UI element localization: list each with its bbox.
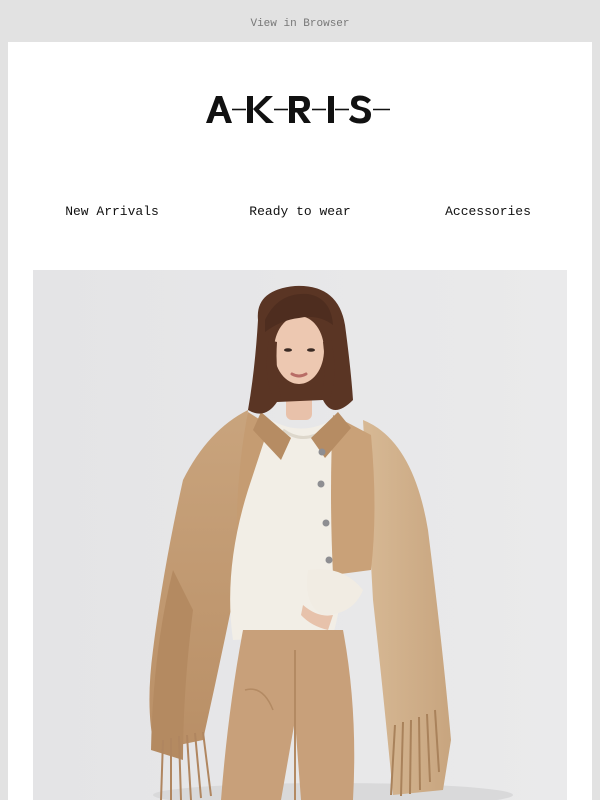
nav-item-new-arrivals[interactable]: New Arrivals xyxy=(65,204,159,219)
email-card: New Arrivals Ready to wear Accessories xyxy=(8,42,592,800)
akris-logo-icon xyxy=(206,95,390,124)
hero-image[interactable] xyxy=(33,270,567,800)
view-in-browser-link[interactable]: View in Browser xyxy=(250,18,349,30)
fashion-model-photo-icon xyxy=(33,270,567,800)
brand-logo[interactable] xyxy=(8,86,592,134)
nav-item-accessories[interactable]: Accessories xyxy=(445,204,531,219)
main-navigation: New Arrivals Ready to wear Accessories xyxy=(8,204,592,224)
email-preheader: View in Browser xyxy=(0,0,600,42)
nav-item-ready-to-wear[interactable]: Ready to wear xyxy=(249,204,350,219)
